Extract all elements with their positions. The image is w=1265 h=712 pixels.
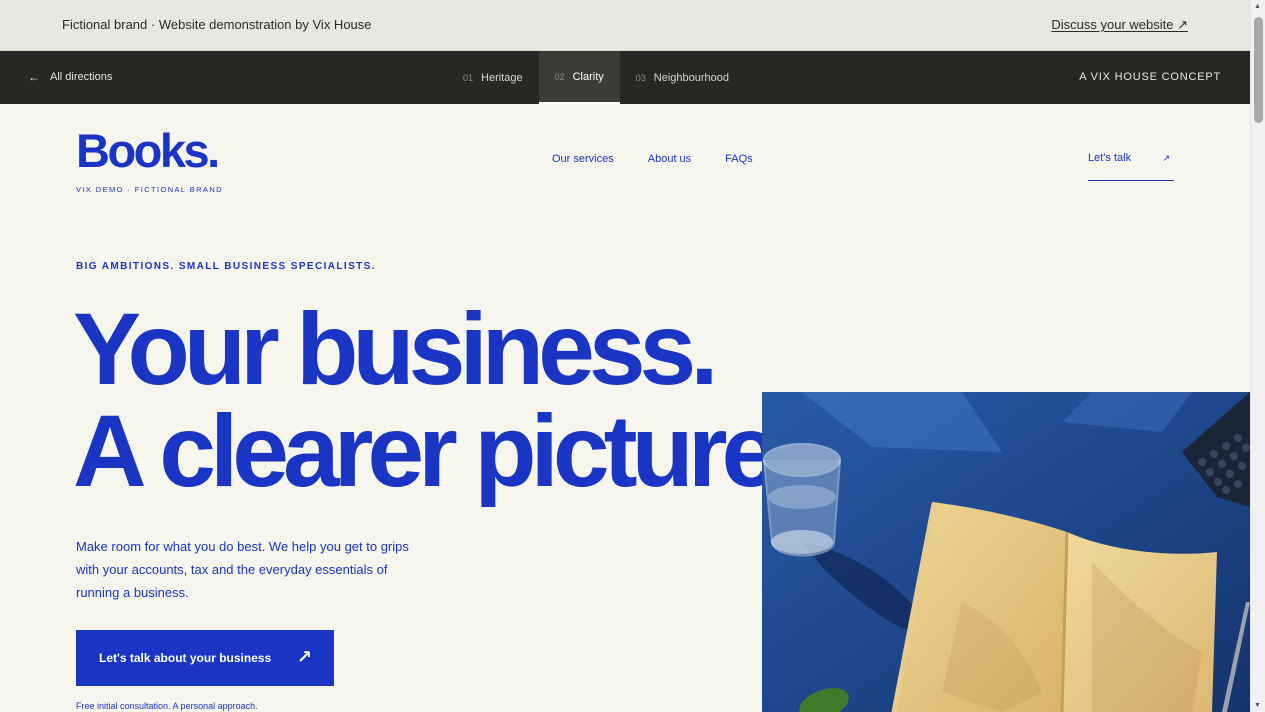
arrow-up-right-icon: ↗ xyxy=(296,647,312,667)
hero-image xyxy=(762,392,1250,712)
all-directions-label: All directions xyxy=(50,71,113,83)
hero-eyebrow: BIG AMBITIONS. SMALL BUSINESS SPECIALIST… xyxy=(76,261,376,272)
tab-label: Clarity xyxy=(572,70,604,83)
lets-talk-button[interactable]: Let's talk ↗ xyxy=(1088,152,1174,181)
scroll-up-icon[interactable]: ▲ xyxy=(1254,3,1261,10)
nav-about-us[interactable]: About us xyxy=(648,153,691,165)
concept-label: A VIX HOUSE CONCEPT xyxy=(1079,71,1221,83)
brand-disclaimer: Fictional brand · Website demonstration … xyxy=(62,17,372,32)
all-directions-link[interactable]: ← All directions xyxy=(28,70,112,84)
tab-label: Heritage xyxy=(481,71,523,84)
page-scrollbar[interactable]: ▲ ▼ xyxy=(1250,0,1265,712)
hero-headline: Your business. A clearer picture. xyxy=(73,292,801,508)
tab-label: Neighbourhood xyxy=(653,71,730,84)
discuss-website-link[interactable]: Discuss your website ↗ xyxy=(1051,17,1188,33)
desk-photo-illustration xyxy=(762,392,1250,712)
nav-our-services[interactable]: Our services xyxy=(552,153,614,165)
cta-button[interactable]: Let's talk about your business ↗ xyxy=(76,630,334,686)
main-nav: Our services About us FAQs xyxy=(552,153,753,165)
tab-number: 03 xyxy=(635,72,646,83)
tab-clarity[interactable]: 02 Clarity xyxy=(538,51,620,104)
tab-heritage[interactable]: 01 Heritage xyxy=(447,51,539,104)
arrow-left-icon: ← xyxy=(28,70,40,84)
logo[interactable]: Books. xyxy=(76,127,220,174)
tab-number: 02 xyxy=(554,71,565,82)
cta-footnote: Free initial consultation. A personal ap… xyxy=(76,701,258,711)
cta-label: Let's talk about your business xyxy=(99,651,272,665)
headline-line-1: Your business. xyxy=(73,292,719,406)
scroll-down-icon[interactable]: ▼ xyxy=(1254,702,1261,709)
hero-lede: Make room for what you do best. We help … xyxy=(76,539,409,600)
tab-number: 01 xyxy=(463,72,474,83)
scrollbar-thumb[interactable] xyxy=(1254,17,1263,123)
headline-line-2: A clearer picture. xyxy=(73,394,801,508)
top-strip: Fictional brand · Website demonstration … xyxy=(0,0,1250,51)
glass-icon xyxy=(763,443,841,557)
direction-nav: ← All directions 01 Heritage 02 Clarity … xyxy=(0,51,1250,104)
logo-subtitle: VIX DEMO · FICTIONAL BRAND xyxy=(76,185,223,194)
direction-tabs: 01 Heritage 02 Clarity 03 Neighbourhood xyxy=(447,51,745,104)
nav-faqs[interactable]: FAQs xyxy=(725,153,753,165)
lets-talk-label: Let's talk xyxy=(1088,152,1132,164)
tab-neighbourhood[interactable]: 03 Neighbourhood xyxy=(620,51,745,104)
arrow-up-right-icon: ↗ xyxy=(1162,153,1170,163)
